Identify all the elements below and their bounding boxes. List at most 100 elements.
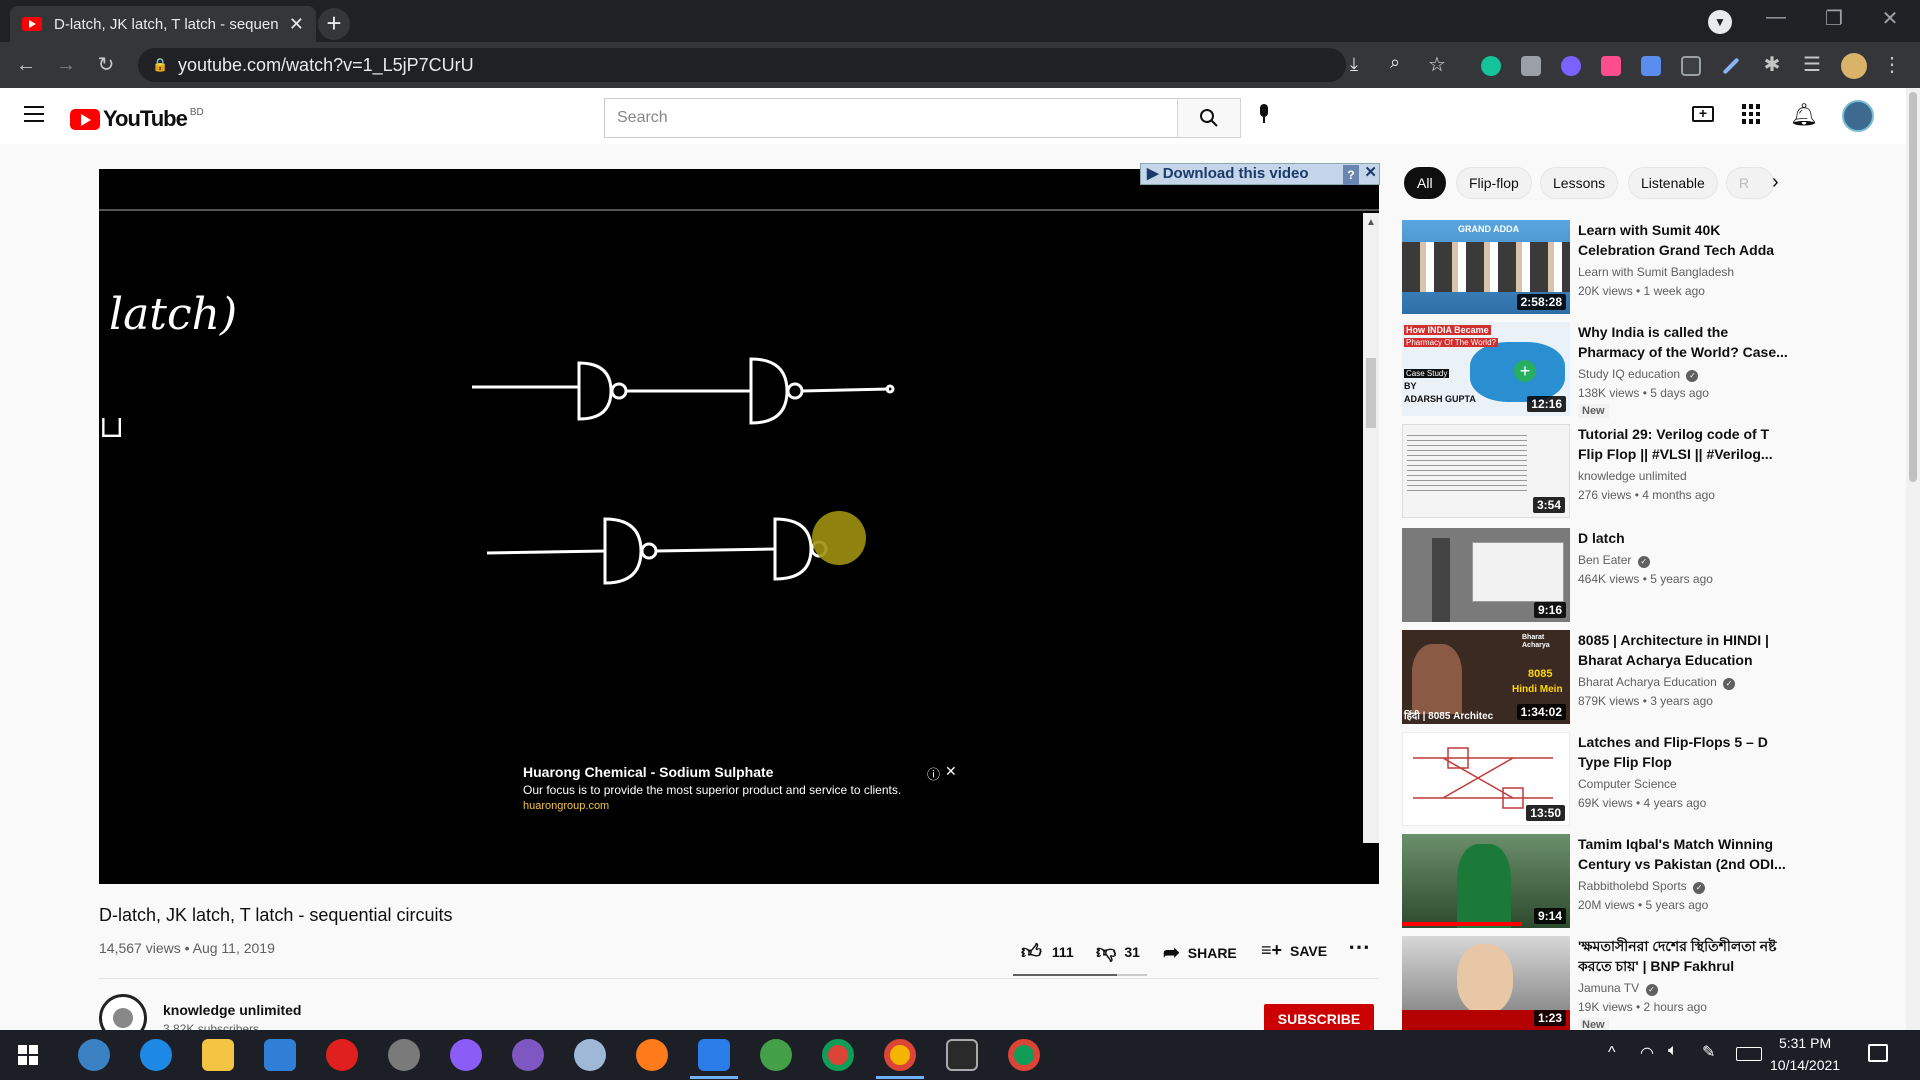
profile-avatar[interactable] xyxy=(1841,53,1867,79)
recommendation-card[interactable]: 1:23 'ক্ষমতাসীনরা দেশের স্থিতিশীলতা নষ্ট… xyxy=(1402,936,1902,1030)
thumbnail[interactable]: + How INDIA Became Pharmacy Of The World… xyxy=(1402,322,1570,416)
chip-lessons[interactable]: Lessons xyxy=(1540,167,1619,199)
recommendation-card[interactable]: Bharat Acharya 8085 Hindi Mein हिंदी | 8… xyxy=(1402,630,1902,726)
tab-search-icon[interactable]: ▼ xyxy=(1708,10,1732,34)
tray-chevron-icon[interactable]: ^ xyxy=(1608,1044,1616,1062)
chip-flip-flop[interactable]: Flip-flop xyxy=(1456,167,1532,199)
recommendation-card[interactable]: + How INDIA Became Pharmacy Of The World… xyxy=(1402,322,1902,418)
channel-name[interactable]: knowledge unlimited xyxy=(163,1002,301,1018)
share-button[interactable]: ➦ SHARE xyxy=(1163,940,1237,965)
recommendation-channel[interactable]: Jamuna TV ✓ xyxy=(1578,981,1658,996)
recommendation-card[interactable]: 9:14 Tamim Iqbal's Match Winning Century… xyxy=(1402,834,1902,930)
recommendation-title[interactable]: Latches and Flip-Flops 5 – D Type Flip F… xyxy=(1578,732,1788,772)
install-icon[interactable]: ⤓ xyxy=(1350,54,1358,75)
recommendation-title[interactable]: Learn with Sumit 40K Celebration Grand T… xyxy=(1578,220,1788,260)
ad-info-icon[interactable]: ⓘ xyxy=(927,764,940,783)
recommendation-card[interactable]: GRAND ADDA 2:58:28 Learn with Sumit 40K … xyxy=(1402,220,1902,316)
thumbnail[interactable]: 9:16 xyxy=(1402,528,1570,622)
terminal-icon[interactable] xyxy=(946,1039,978,1071)
search-button[interactable] xyxy=(1177,98,1241,138)
more-actions-icon[interactable]: ⋯ xyxy=(1348,934,1370,960)
recommendation-channel[interactable]: Computer Science xyxy=(1578,777,1677,791)
forward-icon[interactable]: → xyxy=(54,53,78,77)
chrome-icon[interactable] xyxy=(822,1039,854,1071)
recommendation-channel[interactable]: Rabbitholebd Sports ✓ xyxy=(1578,879,1706,894)
hamburger-menu-icon[interactable] xyxy=(24,106,44,122)
chip-all[interactable]: All xyxy=(1404,167,1446,199)
notification-center-icon[interactable] xyxy=(1868,1044,1888,1062)
start-windows-icon[interactable] xyxy=(18,1045,38,1065)
tab-close-icon[interactable]: ✕ xyxy=(289,14,304,35)
thumbnail[interactable]: 1:23 xyxy=(1402,936,1570,1030)
recommendation-title[interactable]: Tamim Iqbal's Match Winning Century vs P… xyxy=(1578,834,1788,874)
download-video-button[interactable]: ▶ Download this video ? ✕ xyxy=(1140,163,1380,185)
extension-icon-4[interactable] xyxy=(1601,56,1621,76)
extension-icon-6[interactable] xyxy=(1681,56,1701,76)
apps-grid-icon[interactable] xyxy=(1742,104,1762,124)
opera-icon[interactable] xyxy=(326,1039,358,1071)
video-ad-overlay[interactable]: Huarong Chemical - Sodium Sulphate Our f… xyxy=(523,763,1063,834)
extension-icon-3[interactable] xyxy=(1561,56,1581,76)
taskbar-clock[interactable]: 5:31 PM 10/14/2021 xyxy=(1770,1032,1840,1076)
page-scrollbar[interactable] xyxy=(1906,88,1920,1030)
extensions-puzzle-icon[interactable]: ✱ xyxy=(1760,53,1784,77)
file-explorer-icon[interactable] xyxy=(202,1039,234,1071)
recommendation-card[interactable]: 13:50 Latches and Flip-Flops 5 – D Type … xyxy=(1402,732,1902,828)
dislike-button[interactable]: 👎︎ 31 xyxy=(1096,940,1140,964)
qbittorrent-icon[interactable] xyxy=(78,1039,110,1071)
extension-icon-7[interactable] xyxy=(1722,57,1740,75)
reload-icon[interactable]: ↻ xyxy=(94,53,118,77)
recommendation-channel[interactable]: Learn with Sumit Bangladesh xyxy=(1578,265,1734,279)
recommendation-title[interactable]: Why India is called the Pharmacy of the … xyxy=(1578,322,1788,362)
github-icon[interactable] xyxy=(512,1039,544,1071)
thumbnail[interactable]: GRAND ADDA 2:58:28 xyxy=(1402,220,1570,314)
volume-icon[interactable]: 🔈︎ xyxy=(1668,1042,1678,1060)
browser-tab-active[interactable]: D-latch, JK latch, T latch - sequen ✕ xyxy=(10,6,316,42)
satellite-icon[interactable] xyxy=(388,1039,420,1071)
search-input[interactable]: Search xyxy=(604,98,1179,138)
account-avatar[interactable] xyxy=(1842,100,1874,132)
thumbnail[interactable]: Bharat Acharya 8085 Hindi Mein हिंदी | 8… xyxy=(1402,630,1570,724)
keyboard-icon[interactable] xyxy=(1736,1047,1762,1061)
recommendation-card[interactable]: 3:54 Tutorial 29: Verilog code of T Flip… xyxy=(1402,424,1902,520)
voice-search-icon[interactable] xyxy=(1257,104,1271,126)
player-scrollbar[interactable]: ▲ xyxy=(1363,213,1379,843)
like-button[interactable]: 👍︎ 111 xyxy=(1021,940,1074,964)
new-tab-button[interactable]: + xyxy=(318,8,350,40)
firefox-icon[interactable] xyxy=(636,1039,668,1071)
screenshot-extension-icon[interactable] xyxy=(1521,56,1541,76)
close-window-button[interactable]: ✕ xyxy=(1870,6,1910,31)
bookmark-star-icon[interactable]: ☆ xyxy=(1428,52,1446,77)
chips-next-icon[interactable]: › xyxy=(1772,171,1779,194)
chip-listenable[interactable]: Listenable xyxy=(1628,167,1718,199)
address-bar[interactable]: 🔒 youtube.com/watch?v=1_L5jP7CUrU ⤓ ⌕ ☆ xyxy=(138,48,1446,82)
save-button[interactable]: ≡+ SAVE xyxy=(1261,940,1327,961)
create-video-icon[interactable]: + xyxy=(1692,106,1714,122)
youtube-logo[interactable]: YouTube BD xyxy=(70,106,204,132)
zoom-icon[interactable]: ⌕ xyxy=(1390,52,1400,73)
messenger-icon[interactable] xyxy=(450,1039,482,1071)
notifications-bell-icon[interactable]: 🔔︎ xyxy=(1790,102,1818,128)
close-download-icon[interactable]: ✕ xyxy=(1364,163,1377,183)
pen-icon[interactable]: ✎ xyxy=(1702,1042,1715,1062)
edge-icon[interactable] xyxy=(140,1039,172,1071)
chrome-profile-icon[interactable] xyxy=(884,1039,916,1071)
thumbnail[interactable]: 9:14 xyxy=(1402,834,1570,928)
reading-list-icon[interactable]: ☰ xyxy=(1800,53,1824,77)
chrome-menu-icon[interactable]: ⋮ xyxy=(1880,53,1904,77)
restore-button[interactable]: ❐ xyxy=(1814,6,1854,31)
app-icon-12[interactable] xyxy=(760,1039,792,1071)
recommendation-title[interactable]: D latch xyxy=(1578,528,1788,548)
ad-close-icon[interactable]: ✕ xyxy=(945,763,957,780)
recommendation-title[interactable]: 8085 | Architecture in HINDI | Bharat Ac… xyxy=(1578,630,1788,670)
vscode-icon[interactable] xyxy=(698,1039,730,1071)
grammarly-extension-icon[interactable] xyxy=(1481,56,1501,76)
recommendation-title[interactable]: Tutorial 29: Verilog code of T Flip Flop… xyxy=(1578,424,1788,464)
paint-icon[interactable] xyxy=(574,1039,606,1071)
thumbnail[interactable]: 13:50 xyxy=(1402,732,1570,826)
back-icon[interactable]: ← xyxy=(14,53,38,77)
recommendation-channel[interactable]: knowledge unlimited xyxy=(1578,469,1687,483)
recommendation-channel[interactable]: Bharat Acharya Education ✓ xyxy=(1578,675,1736,690)
chip-partial[interactable]: R xyxy=(1726,167,1774,199)
chrome-user-icon[interactable] xyxy=(1008,1039,1040,1071)
